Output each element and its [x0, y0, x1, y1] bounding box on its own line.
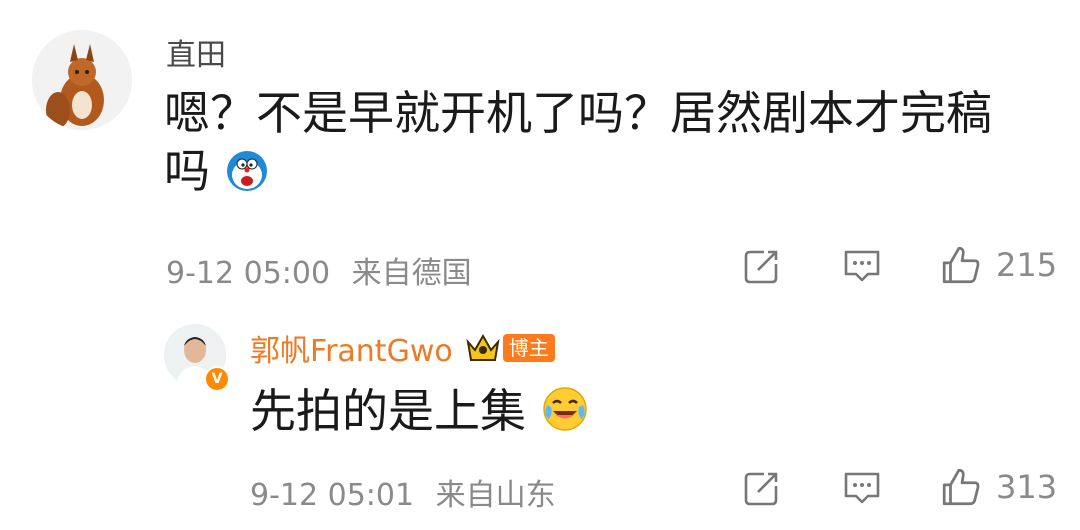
- verified-badge-icon: V: [204, 366, 230, 392]
- doraemon-emoji-icon: [225, 148, 269, 192]
- reply-username[interactable]: 郭帆FrantGwo: [250, 326, 453, 370]
- share-button[interactable]: [742, 246, 782, 290]
- comment-meta: 9-12 05:00 来自德国: [166, 248, 472, 292]
- reply-like-count: 313: [996, 468, 1058, 506]
- comment-text-content: 嗯？不是早就开机了吗？居然剧本才完稿吗: [164, 86, 992, 198]
- like-button[interactable]: 215: [940, 244, 1057, 286]
- comment-text: 嗯？不是早就开机了吗？居然剧本才完稿吗: [164, 84, 1024, 200]
- squirrel-avatar-icon: [32, 30, 132, 130]
- reply-comment-button[interactable]: [842, 468, 882, 512]
- comment-button[interactable]: [842, 246, 882, 290]
- like-icon: [942, 468, 980, 506]
- laughing-tears-emoji-icon: [541, 385, 589, 433]
- like-icon: [942, 246, 980, 284]
- reply-time: 9-12 05:01: [250, 478, 415, 513]
- reply-header: 郭帆FrantGwo 博主: [250, 326, 555, 370]
- reply-share-button[interactable]: [742, 468, 782, 512]
- crown-icon: [465, 330, 501, 366]
- reply-meta: 9-12 05:01 来自山东: [250, 470, 556, 514]
- comment-time: 9-12 05:00: [166, 256, 331, 291]
- avatar[interactable]: [32, 30, 132, 130]
- comment-icon: [844, 250, 880, 282]
- reply-like-button[interactable]: 313: [940, 466, 1057, 508]
- share-icon: [744, 472, 778, 506]
- comment-location: 来自德国: [351, 256, 472, 291]
- reply-text-content: 先拍的是上集: [250, 384, 526, 438]
- comment-icon: [844, 472, 880, 504]
- share-icon: [744, 250, 778, 284]
- reply-location: 来自山东: [435, 478, 556, 513]
- reply-text: 先拍的是上集: [250, 382, 589, 440]
- author-badge: 博主: [502, 334, 555, 362]
- reply-avatar[interactable]: V: [164, 324, 230, 392]
- like-count: 215: [996, 246, 1058, 284]
- comment-username[interactable]: 直田: [166, 30, 226, 74]
